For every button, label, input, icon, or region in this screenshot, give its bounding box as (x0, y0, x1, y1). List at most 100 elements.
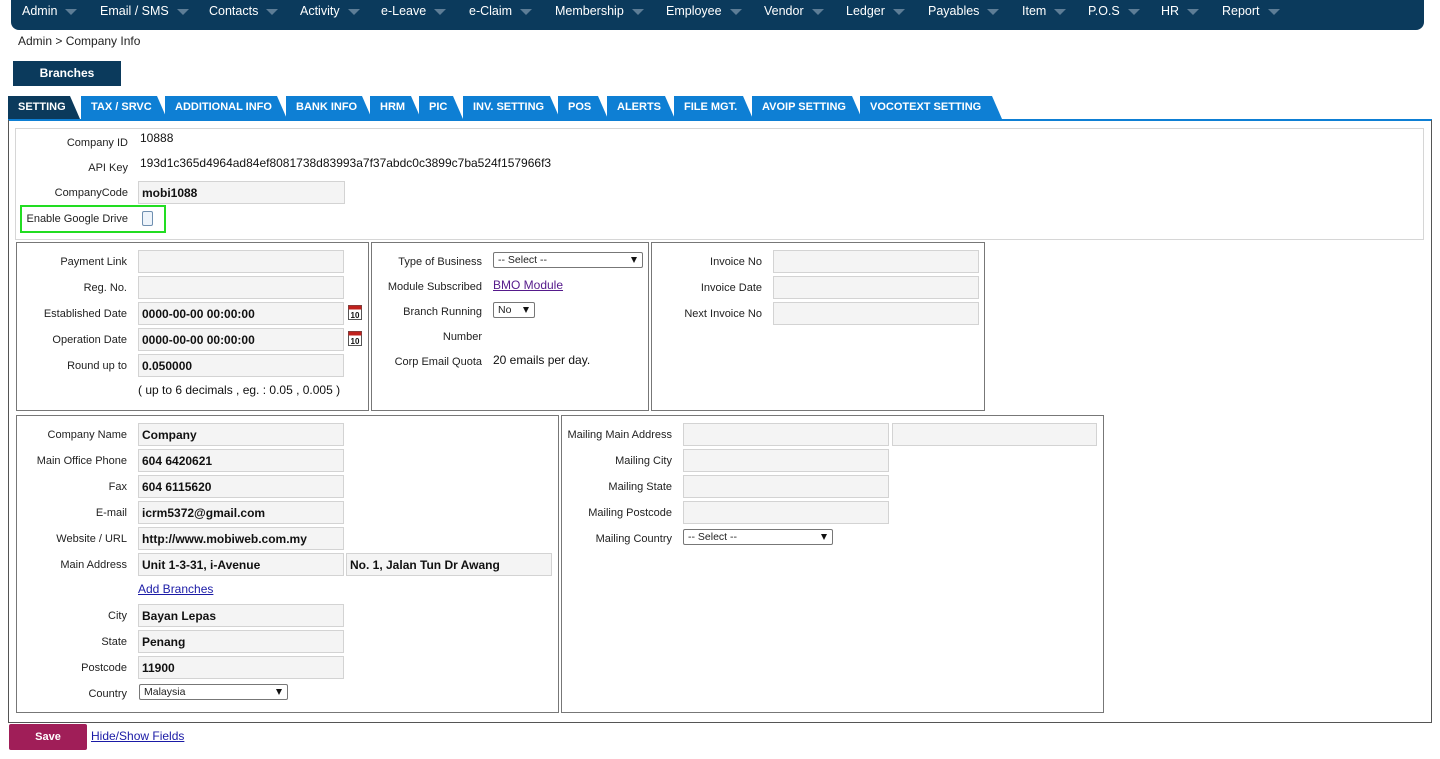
nav-payables[interactable]: Payables (928, 4, 1000, 18)
nav-admin[interactable]: Admin (22, 4, 78, 18)
chevron-down-icon (811, 8, 824, 15)
tab-hrm[interactable]: HRM (370, 96, 421, 119)
invoice-date-label: Invoice Date (700, 282, 762, 294)
google-drive-checkbox[interactable] (142, 211, 153, 226)
tab-pic[interactable]: PIC (419, 96, 463, 119)
nav-label: e-Claim (469, 4, 513, 18)
mailing-city-input[interactable] (683, 449, 889, 472)
state-label: State (101, 636, 127, 648)
state-input[interactable]: Penang (138, 630, 344, 653)
tab-pos[interactable]: POS (558, 96, 608, 119)
postcode-input[interactable]: 11900 (138, 656, 344, 679)
mailing-state-input[interactable] (683, 475, 889, 498)
operation-date-input[interactable]: 0000-00-00 00:00:00 (138, 328, 344, 351)
company-name-label: Company Name (47, 429, 127, 441)
main-address-label: Main Address (60, 559, 127, 571)
chevron-down-icon (434, 8, 447, 15)
select-value: Malaysia (144, 686, 186, 698)
payment-link-input[interactable] (138, 250, 344, 273)
nav-ledger[interactable]: Ledger (846, 4, 905, 18)
nav-contacts[interactable]: Contacts (209, 4, 279, 18)
city-input[interactable]: Bayan Lepas (138, 604, 344, 627)
website-input[interactable]: http://www.mobiweb.com.my (138, 527, 344, 550)
nav-label: P.O.S (1088, 4, 1120, 18)
tab-alerts[interactable]: ALERTS (607, 96, 675, 119)
bmo-module-link[interactable]: BMO Module (493, 278, 563, 292)
email-quota-value: 20 emails per day. (493, 353, 591, 367)
branch-running-label: Branch Running (403, 306, 482, 318)
nav-membership[interactable]: Membership (555, 4, 644, 18)
nav-e-claim[interactable]: e-Claim (469, 4, 533, 18)
reg-no-input[interactable] (138, 276, 344, 299)
mailing-address-line1-input[interactable] (683, 423, 889, 446)
select-value: -- Select -- (498, 254, 548, 266)
fax-label: Fax (108, 481, 127, 493)
calendar-icon[interactable]: 10 (348, 304, 362, 320)
tab-setting[interactable]: SETTING (8, 96, 80, 119)
calendar-icon[interactable]: 10 (348, 330, 362, 346)
nav-hr[interactable]: HR (1161, 4, 1200, 18)
invoice-date-input[interactable] (773, 276, 979, 299)
established-date-label: Established Date (43, 308, 127, 320)
mailing-postcode-label: Mailing Postcode (588, 507, 672, 519)
branch-running-select[interactable]: No (493, 302, 535, 318)
tab-inv-setting[interactable]: INV. SETTING (463, 96, 560, 119)
mailing-country-label: Mailing Country (595, 533, 672, 545)
next-invoice-input[interactable] (773, 302, 979, 325)
country-label: Country (88, 688, 127, 700)
nav-label: Vendor (764, 4, 804, 18)
tab-file-mgt[interactable]: FILE MGT. (674, 96, 753, 119)
nav-activity[interactable]: Activity (300, 4, 360, 18)
country-select[interactable]: Malaysia (139, 684, 288, 700)
payment-link-label: Payment Link (60, 256, 127, 268)
save-button[interactable]: Save (9, 724, 87, 750)
top-nav: Admin Email / SMS Contacts Activity e-Le… (11, 0, 1424, 30)
fax-input[interactable]: 604 6115620 (138, 475, 344, 498)
mailing-country-select[interactable]: -- Select -- (683, 529, 833, 545)
add-branches-link[interactable]: Add Branches (138, 582, 213, 596)
company-code-input[interactable]: mobi1088 (138, 181, 345, 204)
nav-label: Contacts (209, 4, 259, 18)
nav-email-sms[interactable]: Email / SMS (100, 4, 189, 18)
tab-avoip-setting[interactable]: AVOIP SETTING (752, 96, 862, 119)
tab-tax-srvc[interactable]: TAX / SRVC (81, 96, 167, 119)
dropdown-arrow-icon (276, 689, 282, 695)
invoice-no-label: Invoice No (710, 256, 762, 268)
nav-label: Admin (22, 4, 58, 18)
invoice-no-input[interactable] (773, 250, 979, 273)
next-invoice-label: Next Invoice No (684, 308, 762, 320)
tab-vocotext-setting[interactable]: VOCOTEXT SETTING (860, 96, 1002, 119)
nav-label: Report (1222, 4, 1260, 18)
chevron-down-icon (729, 8, 742, 15)
company-name-input[interactable]: Company (138, 423, 344, 446)
number-label: Number (442, 331, 482, 343)
tab-bank-info[interactable]: BANK INFO (286, 96, 372, 119)
website-label: Website / URL (56, 533, 127, 545)
api-key-label: API Key (88, 162, 128, 174)
address-line1-input[interactable]: Unit 1-3-31, i-Avenue (138, 553, 344, 576)
nav-e-leave[interactable]: e-Leave (381, 4, 447, 18)
tab-additional-info[interactable]: ADDITIONAL INFO (165, 96, 287, 119)
hide-show-fields-link[interactable]: Hide/Show Fields (91, 729, 184, 743)
nav-report[interactable]: Report (1222, 4, 1280, 18)
mailing-address-line2-input[interactable] (892, 423, 1097, 446)
main-phone-input[interactable]: 604 6420621 (138, 449, 344, 472)
chevron-down-icon (266, 8, 279, 15)
round-up-input[interactable]: 0.050000 (138, 354, 344, 377)
chevron-down-icon (1267, 8, 1280, 15)
address-line2-input[interactable]: No. 1, Jalan Tun Dr Awang (346, 553, 552, 576)
chevron-down-icon (65, 8, 78, 15)
nav-item[interactable]: Item (1022, 4, 1067, 18)
established-date-input[interactable]: 0000-00-00 00:00:00 (138, 302, 344, 325)
round-up-hint: ( up to 6 decimals , eg. : 0.05 , 0.005 … (138, 383, 341, 397)
nav-vendor[interactable]: Vendor (764, 4, 824, 18)
mailing-postcode-input[interactable] (683, 501, 889, 524)
nav-pos[interactable]: P.O.S (1088, 4, 1140, 18)
main-phone-label: Main Office Phone (36, 455, 127, 467)
dropdown-arrow-icon (821, 534, 827, 540)
type-of-business-select[interactable]: -- Select -- (493, 252, 643, 268)
nav-label: Item (1022, 4, 1047, 18)
email-input[interactable]: icrm5372@gmail.com (138, 501, 344, 524)
branches-button[interactable]: Branches (13, 61, 121, 86)
nav-employee[interactable]: Employee (666, 4, 742, 18)
